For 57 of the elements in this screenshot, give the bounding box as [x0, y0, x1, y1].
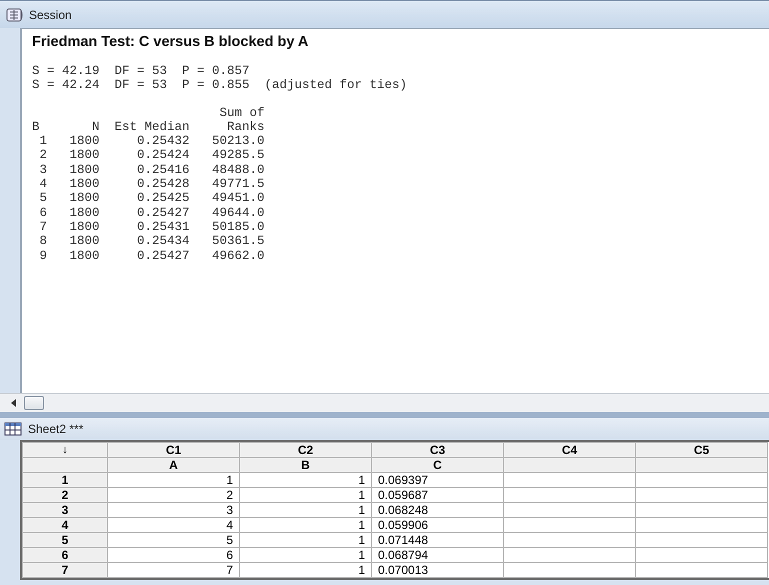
sort-direction-icon[interactable]: ↓ — [22, 442, 108, 458]
column-header[interactable]: C2 — [240, 442, 372, 458]
worksheet-icon — [4, 422, 22, 436]
column-name-cell[interactable]: A — [108, 458, 240, 472]
table-cell[interactable]: 0.059687 — [372, 488, 504, 502]
column-name-cell[interactable]: B — [240, 458, 372, 472]
row-header[interactable]: 5 — [22, 532, 108, 548]
table-cell[interactable]: 1 — [240, 472, 372, 488]
output-line: S = 42.24 DF = 53 P = 0.855 (adjusted for ties) — [32, 78, 408, 93]
output-line: Sum of — [218, 106, 265, 120]
column-header[interactable]: C1 — [108, 442, 240, 458]
row-header[interactable]: 2 — [22, 488, 108, 502]
row-header[interactable]: 4 — [22, 518, 108, 532]
output-line: B N Est Median Ranks — [32, 120, 265, 134]
row-header[interactable]: 7 — [22, 562, 108, 578]
window-title: Sheet2 *** — [28, 422, 84, 436]
table-cell[interactable]: 5 — [108, 532, 240, 548]
output-line: 7 1800 0.25431 50185.0 — [38, 220, 265, 234]
table-cell[interactable]: 0.059906 — [372, 518, 504, 532]
output-line: 4 1800 0.25428 49771.5 — [38, 177, 265, 192]
table-cell[interactable]: 4 — [108, 518, 240, 532]
scroll-left-icon[interactable] — [11, 399, 17, 407]
column-header[interactable]: C5 — [636, 442, 768, 458]
table-cell[interactable]: 1 — [240, 502, 372, 518]
output-line: 1 1800 0.25432 50213.0 — [38, 134, 265, 148]
table-cell[interactable]: 1 — [240, 488, 372, 502]
table-cell[interactable]: 1 — [240, 548, 372, 562]
output-line: 8 1800 0.25434 50361.5 — [38, 234, 265, 249]
output-line: 9 1800 0.25427 49662.0 — [38, 248, 265, 263]
row-header[interactable]: 6 — [22, 548, 108, 562]
table-cell[interactable]: 2 — [108, 488, 240, 502]
output-line: 2 1800 0.25424 49285.5 — [38, 148, 265, 163]
table-cell[interactable]: 6 — [108, 548, 240, 562]
session-icon — [6, 8, 24, 22]
table-cell[interactable]: 0.068794 — [372, 548, 504, 562]
table-cell[interactable]: 0.070013 — [372, 562, 504, 578]
scrollbar-thumb[interactable] — [24, 396, 44, 410]
output-line: 3 1800 0.25416 48488.0 — [38, 162, 265, 178]
output-line: 5 1800 0.25425 49451.0 — [38, 191, 265, 206]
row-header[interactable]: 3 — [22, 502, 108, 518]
table-cell[interactable]: 3 — [108, 502, 240, 518]
table-cell[interactable]: 0.071448 — [372, 532, 504, 548]
row-header[interactable]: 1 — [22, 472, 108, 488]
table-cell[interactable]: 0.068248 — [372, 502, 504, 518]
output-line: S = 42.19 DF = 53 P = 0.857 — [32, 64, 250, 78]
table-cell[interactable]: 1 — [240, 562, 372, 578]
table-cell[interactable]: 1 — [240, 532, 372, 548]
column-name-cell[interactable]: C — [372, 458, 504, 472]
output-line: 6 1800 0.25427 49644.0 — [38, 206, 265, 220]
column-header[interactable]: C3 — [372, 442, 504, 458]
column-header[interactable]: C4 — [504, 442, 636, 458]
table-cell[interactable]: 1 — [240, 518, 372, 532]
table-cell[interactable]: 7 — [108, 562, 240, 578]
table-cell[interactable]: 0.069397 — [372, 472, 504, 488]
output-heading: Friedman Test: C versus B blocked by A — [32, 34, 308, 50]
table-cell[interactable]: 1 — [108, 472, 240, 488]
window-title: Session — [29, 8, 72, 22]
